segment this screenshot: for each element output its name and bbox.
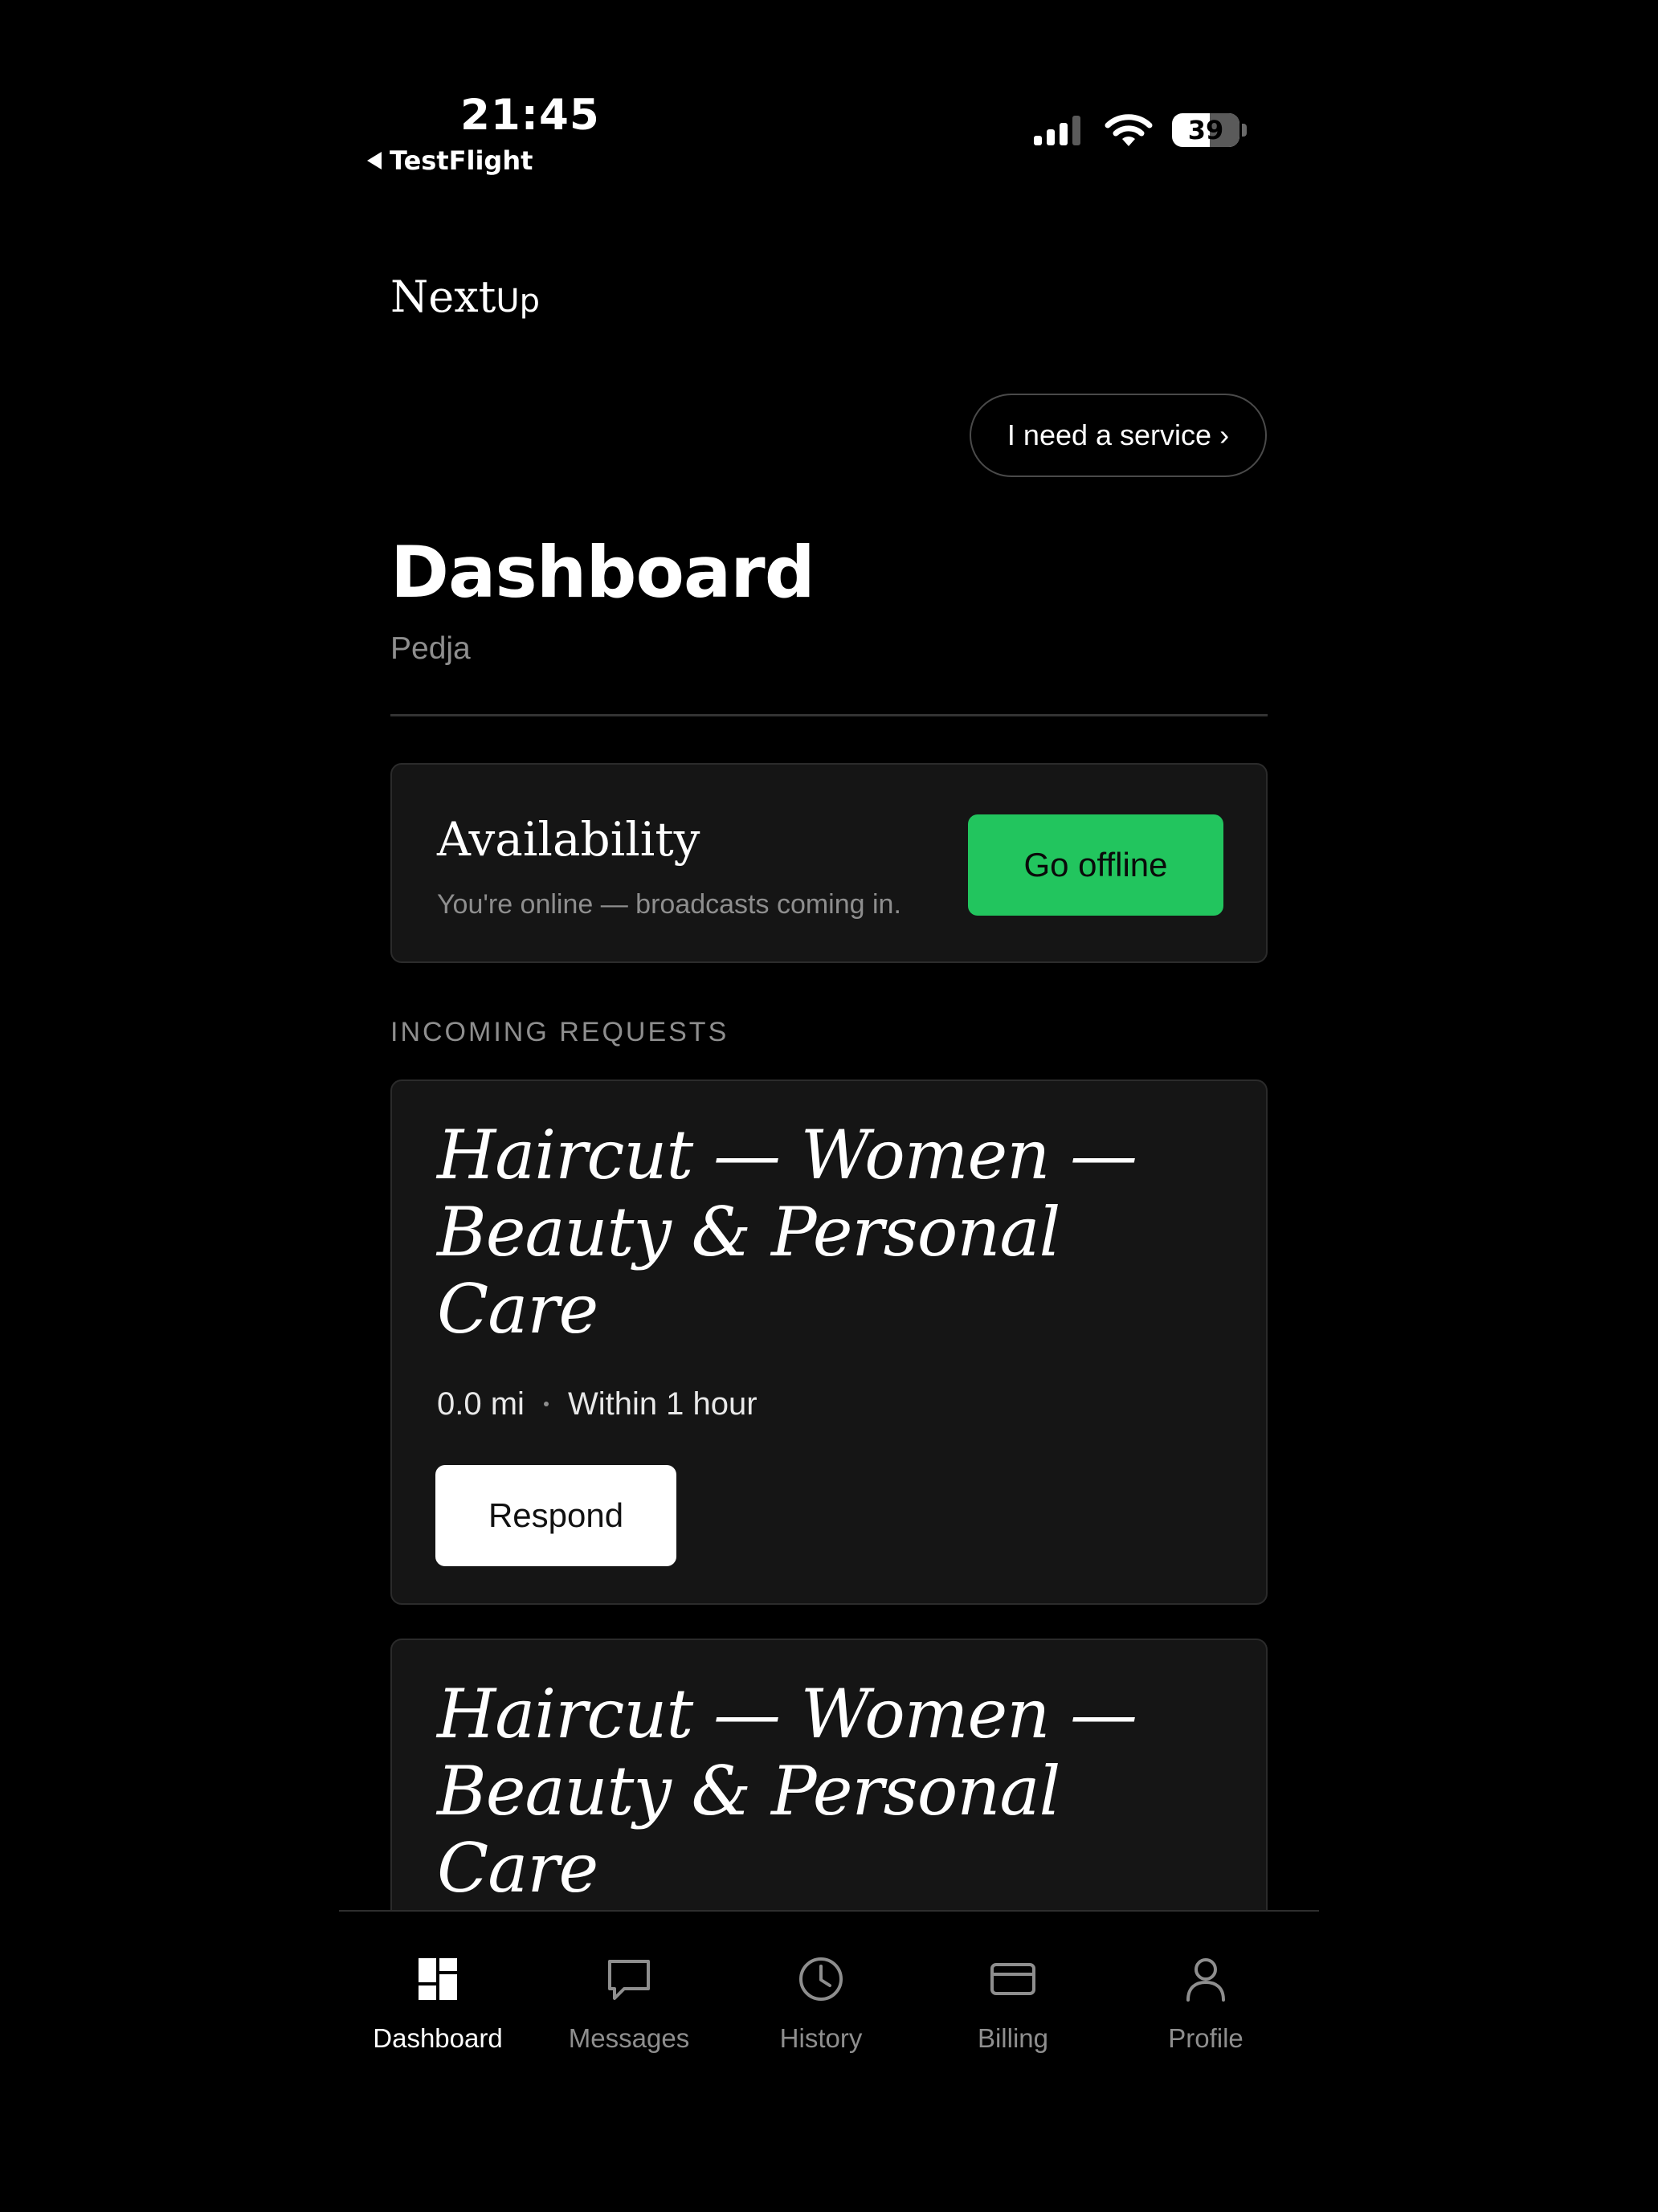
request-card[interactable]: Haircut — Women — Beauty & Personal Care — [390, 1639, 1268, 1912]
request-meta: 0.0 mi Within 1 hour — [437, 1383, 758, 1425]
availability-description: You're online — broadcasts coming in. — [437, 889, 901, 920]
battery-indicator: 39 — [1172, 113, 1247, 147]
bottom-tab-bar: Dashboard Messages History Billing Profi… — [339, 1910, 1319, 2212]
logo-main: Next — [390, 271, 496, 322]
tab-label: Profile — [1168, 2023, 1244, 2053]
wifi-icon — [1105, 114, 1153, 146]
request-distance: 0.0 mi — [437, 1386, 525, 1422]
page-title: Dashboard — [390, 531, 815, 614]
tab-label: Dashboard — [373, 2023, 503, 2053]
go-offline-button[interactable]: Go offline — [968, 814, 1223, 916]
status-time: 21:45 — [460, 91, 600, 140]
user-name: Pedja — [390, 631, 471, 666]
tab-label: Messages — [568, 2023, 690, 2053]
person-icon — [1186, 1958, 1225, 2002]
request-timing: Within 1 hour — [567, 1386, 758, 1422]
status-icons: 39 — [1032, 112, 1247, 148]
request-title: Haircut — Women — Beauty & Personal Care — [437, 1116, 1137, 1349]
chat-bubble-icon — [608, 1960, 650, 2000]
cellular-signal-icon — [1034, 116, 1080, 145]
dashboard-icon — [419, 1958, 457, 2000]
app-logo: NextUp — [390, 265, 540, 333]
tab-profile[interactable]: Profile — [1109, 1953, 1302, 2055]
credit-card-icon — [990, 1963, 1035, 1995]
clock-icon — [799, 1957, 843, 2001]
back-to-app-link[interactable]: TestFlight — [367, 145, 533, 177]
need-service-button[interactable]: I need a service › — [970, 394, 1267, 477]
battery-level: 39 — [1187, 115, 1224, 145]
back-app-label: TestFlight — [390, 145, 533, 176]
availability-card: Availability You're online — broadcasts … — [390, 763, 1268, 963]
tab-dashboard[interactable]: Dashboard — [341, 1953, 534, 2055]
respond-button[interactable]: Respond — [435, 1465, 676, 1566]
separator-dot — [543, 1402, 549, 1406]
back-arrow-icon — [367, 152, 382, 169]
header-divider — [390, 714, 1268, 716]
availability-title: Availability — [437, 812, 700, 867]
tab-label: History — [779, 2023, 863, 2053]
tab-messages[interactable]: Messages — [533, 1953, 725, 2055]
incoming-requests-label: INCOMING REQUESTS — [390, 1017, 729, 1047]
tab-history[interactable]: History — [725, 1953, 917, 2055]
tab-label: Billing — [977, 2023, 1049, 2053]
logo-suffix: Up — [496, 283, 541, 320]
tab-billing[interactable]: Billing — [917, 1953, 1109, 2055]
request-title: Haircut — Women — Beauty & Personal Care — [437, 1675, 1137, 1908]
request-card[interactable]: Haircut — Women — Beauty & Personal Care… — [390, 1079, 1268, 1605]
